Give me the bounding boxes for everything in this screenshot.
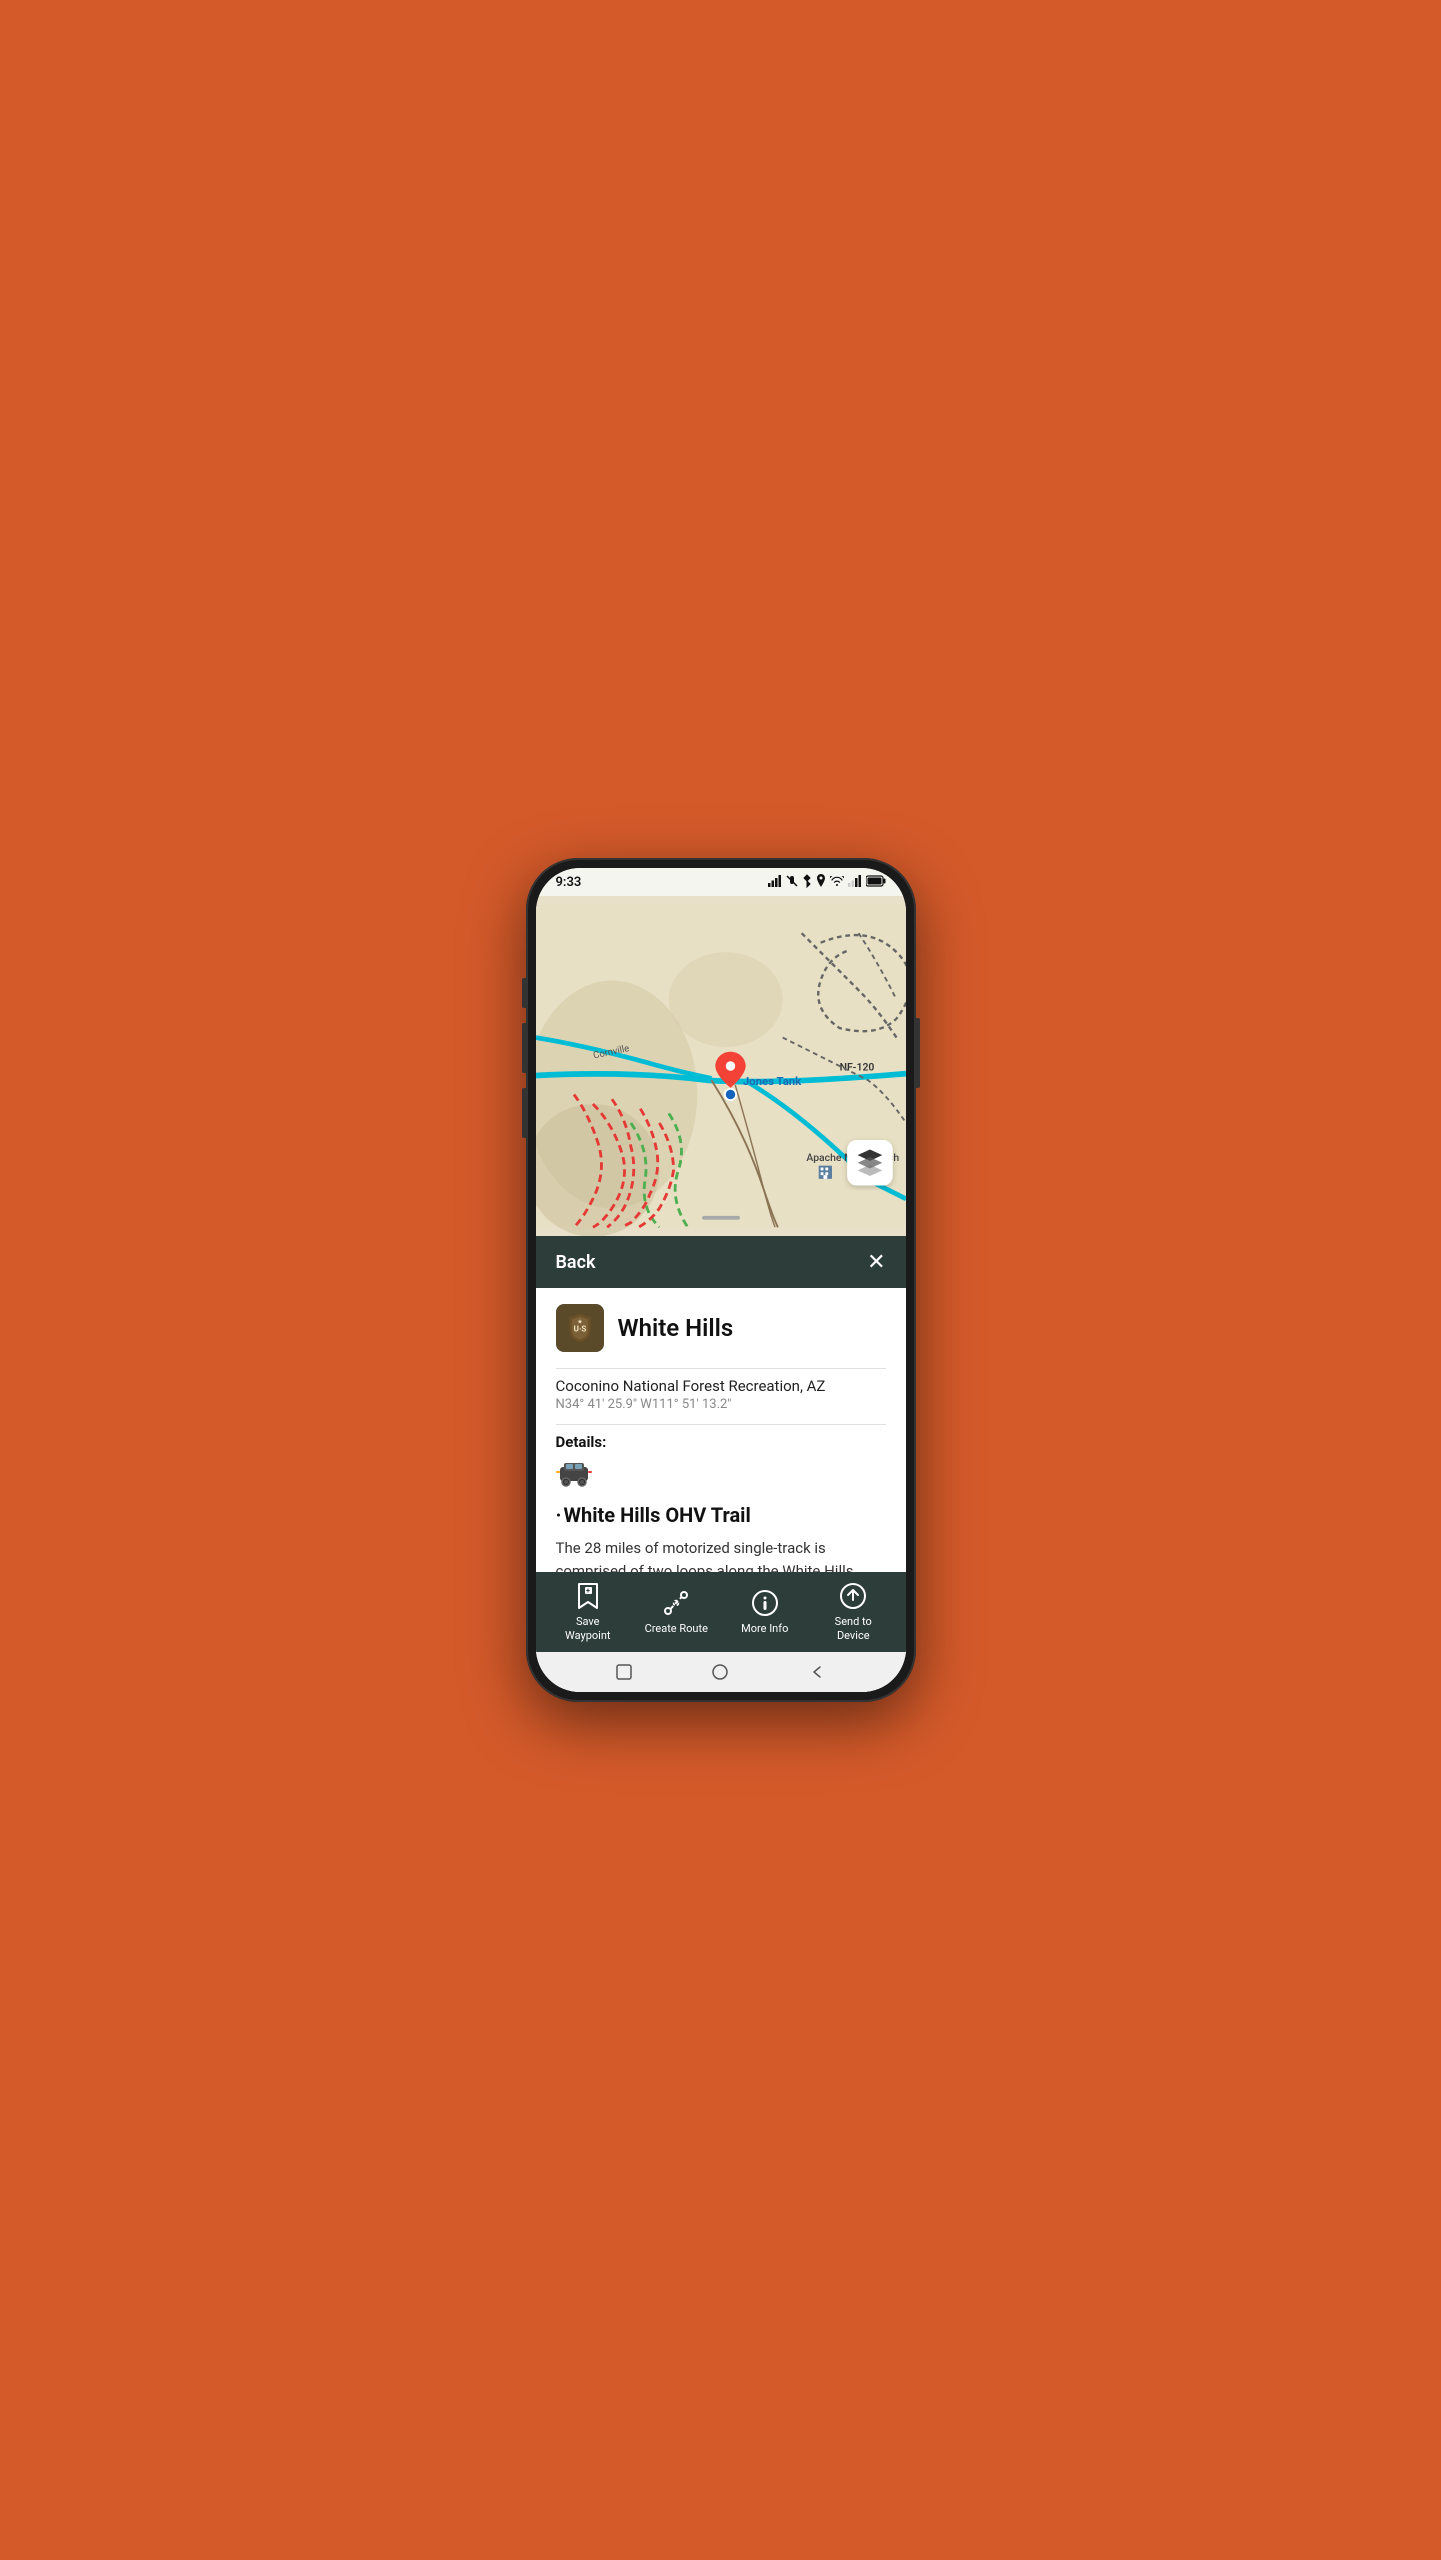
send-to-device-label: Send to Device bbox=[821, 1615, 886, 1641]
place-location: Coconino National Forest Recreation, AZ bbox=[556, 1377, 886, 1395]
svg-text:U·S: U·S bbox=[573, 1325, 586, 1334]
create-route-label: Create Route bbox=[645, 1622, 708, 1635]
bluetooth-icon bbox=[802, 874, 812, 891]
android-nav-bar bbox=[536, 1652, 906, 1692]
details-label: Details: bbox=[556, 1433, 886, 1451]
back-nav-button[interactable] bbox=[806, 1661, 828, 1683]
signal-icon bbox=[768, 875, 782, 890]
trail-description: The 28 miles of motorized single-track i… bbox=[556, 1537, 886, 1572]
place-name: White Hills bbox=[618, 1314, 734, 1342]
sheet-content: U·S ★ White Hills Coconino National Fore… bbox=[536, 1288, 906, 1572]
power-button bbox=[522, 978, 526, 1008]
status-bar: 9:33 bbox=[536, 868, 906, 896]
close-button[interactable]: ✕ bbox=[867, 1250, 885, 1275]
place-coords: N34° 41' 25.9" W111° 51' 13.2" bbox=[556, 1397, 886, 1412]
right-side-button bbox=[916, 1018, 920, 1088]
svg-text:★: ★ bbox=[577, 1318, 583, 1326]
svg-text:Jones Tank: Jones Tank bbox=[742, 1074, 801, 1088]
place-icon: U·S ★ bbox=[556, 1304, 604, 1352]
recent-apps-button[interactable] bbox=[613, 1661, 635, 1683]
sheet-header: Back ✕ bbox=[536, 1236, 906, 1288]
wifi-icon bbox=[830, 876, 844, 889]
send-to-device-icon bbox=[839, 1582, 867, 1610]
signal-bars-icon bbox=[848, 875, 862, 890]
more-info-label: More Info bbox=[741, 1622, 788, 1635]
divider-2 bbox=[556, 1424, 886, 1425]
save-waypoint-icon: + bbox=[574, 1582, 602, 1610]
action-bar: + Save Waypoint bbox=[536, 1572, 906, 1652]
status-time: 9:33 bbox=[556, 875, 582, 890]
divider-1 bbox=[556, 1368, 886, 1369]
bottom-sheet: Back ✕ U·S ★ White Hil bbox=[536, 1236, 906, 1692]
phone-screen: 9:33 bbox=[536, 868, 906, 1692]
details-vehicle-icon bbox=[556, 1459, 886, 1491]
status-icons bbox=[768, 874, 886, 891]
map-area[interactable]: NF-120 Cornville bbox=[536, 896, 906, 1236]
location-icon bbox=[816, 874, 826, 891]
create-route-button[interactable]: Create Route bbox=[632, 1583, 721, 1641]
back-button[interactable]: Back bbox=[556, 1252, 596, 1273]
svg-text:+: + bbox=[586, 1587, 590, 1595]
more-info-button[interactable]: More Info bbox=[721, 1583, 810, 1641]
create-route-icon bbox=[662, 1589, 690, 1617]
save-waypoint-button[interactable]: + Save Waypoint bbox=[544, 1576, 633, 1647]
phone-frame: 9:33 bbox=[526, 858, 916, 1702]
battery-icon bbox=[866, 875, 886, 890]
place-header: U·S ★ White Hills bbox=[556, 1304, 886, 1352]
trail-title: White Hills OHV Trail bbox=[556, 1503, 886, 1527]
svg-text:NF-120: NF-120 bbox=[839, 1061, 874, 1074]
mute-icon bbox=[786, 875, 798, 890]
volume-down-button bbox=[522, 1088, 526, 1138]
more-info-icon bbox=[751, 1589, 779, 1617]
home-button[interactable] bbox=[709, 1661, 731, 1683]
send-to-device-button[interactable]: Send to Device bbox=[809, 1576, 898, 1647]
save-waypoint-label: Save Waypoint bbox=[556, 1615, 621, 1641]
volume-up-button bbox=[522, 1023, 526, 1073]
